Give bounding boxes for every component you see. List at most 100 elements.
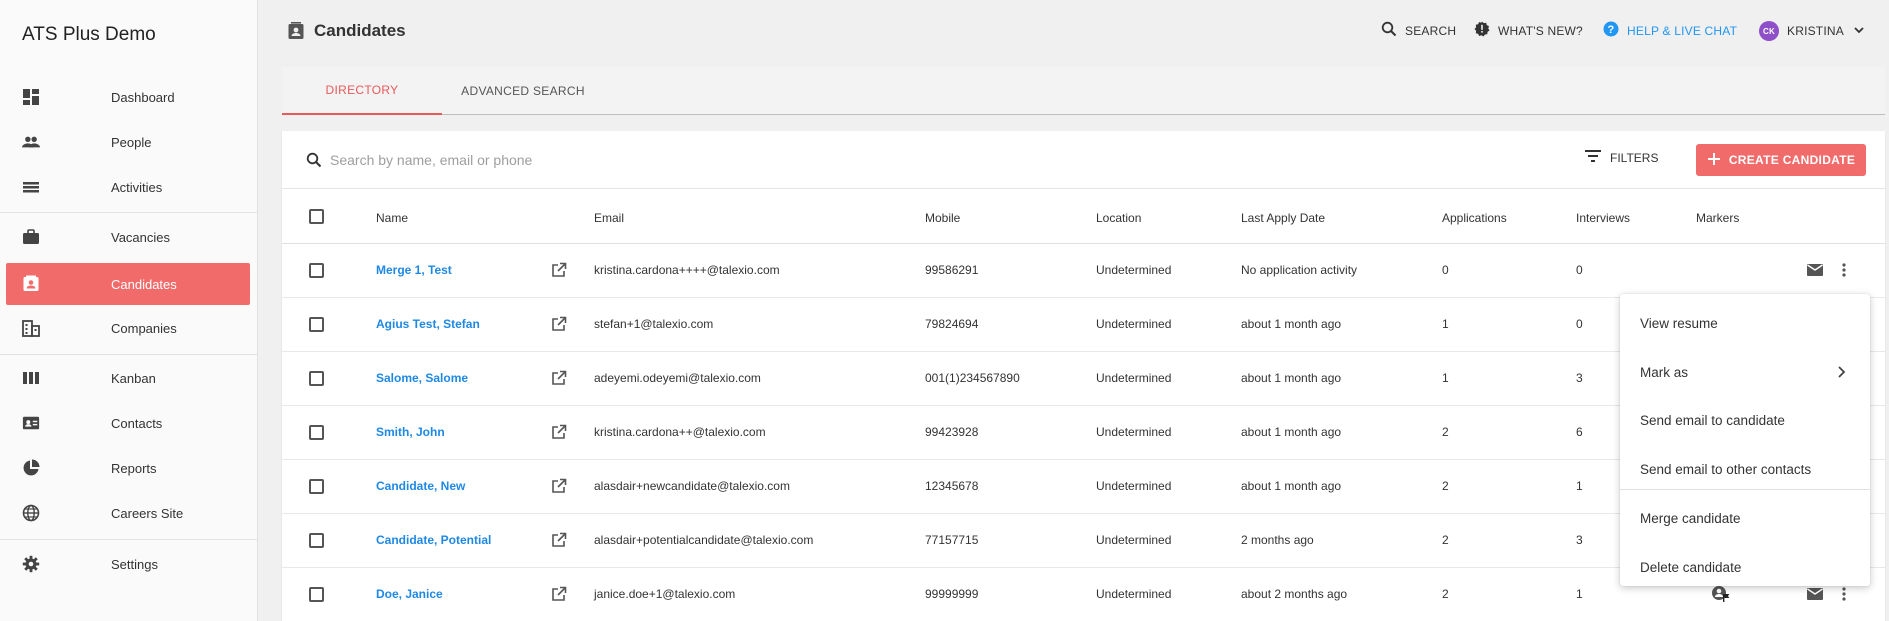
search-icon	[306, 152, 322, 173]
candidate-location: Undetermined	[1096, 587, 1172, 601]
tab-advanced-search[interactable]: ADVANCED SEARCH	[442, 67, 604, 115]
sidebar-item-label: Settings	[111, 557, 158, 572]
column-header-mobile[interactable]: Mobile	[925, 211, 960, 225]
tab-directory[interactable]: DIRECTORY	[282, 67, 442, 115]
row-checkbox[interactable]	[309, 371, 324, 386]
search-label: SEARCH	[1405, 23, 1457, 38]
menu-item-view-resume[interactable]: View resume	[1620, 301, 1870, 345]
global-search-button[interactable]: SEARCH	[1381, 21, 1456, 40]
candidate-card-icon	[287, 21, 305, 46]
search-toolbar: FILTERS CREATE CANDIDATE	[282, 131, 1885, 189]
menu-item-mark-as[interactable]: Mark as	[1620, 350, 1870, 394]
candidate-search-input[interactable]	[330, 148, 830, 172]
row-checkbox[interactable]	[309, 425, 324, 440]
sidebar-item-dashboard[interactable]: Dashboard	[6, 76, 250, 118]
menu-item-send-email-to-other-contacts[interactable]: Send email to other contacts	[1620, 447, 1870, 491]
table-header: Name Email Mobile Location Last Apply Da…	[282, 189, 1885, 244]
candidate-name-link[interactable]: Candidate, Potential	[376, 533, 491, 547]
open-in-new-icon[interactable]	[551, 532, 567, 551]
sidebar-divider	[0, 212, 258, 213]
candidate-interviews: 0	[1576, 317, 1583, 331]
plus-icon	[1707, 152, 1721, 169]
candidate-last-apply-date: about 1 month ago	[1241, 371, 1342, 385]
more-options-icon[interactable]	[1841, 262, 1847, 281]
candidate-last-apply-date: No application activity	[1241, 263, 1358, 277]
sidebar-item-careers-site[interactable]: Careers Site	[6, 492, 250, 534]
open-in-new-icon[interactable]	[551, 424, 567, 443]
sidebar-item-reports[interactable]: Reports	[6, 447, 250, 489]
select-all-checkbox[interactable]	[309, 209, 324, 224]
candidate-applications: 2	[1442, 425, 1449, 439]
sidebar-item-label: People	[111, 135, 152, 150]
candidate-mobile: 79824694	[925, 317, 979, 331]
svg-text:?: ?	[1608, 24, 1615, 36]
column-header-last-apply-date[interactable]: Last Apply Date	[1241, 211, 1325, 225]
menu-divider	[1620, 489, 1870, 490]
tab-bar: DIRECTORY ADVANCED SEARCH	[282, 67, 1885, 115]
candidate-name-link[interactable]: Doe, Janice	[376, 587, 443, 601]
column-header-applications[interactable]: Applications	[1442, 211, 1507, 225]
sidebar-item-label: Contacts	[111, 416, 163, 431]
app-title: ATS Plus Demo	[22, 24, 156, 45]
candidate-name-link[interactable]: Salome, Salome	[376, 371, 468, 385]
candidate-mobile: 77157715	[925, 533, 979, 547]
dashboard-icon	[22, 88, 40, 106]
sidebar-item-vacancies[interactable]: Vacancies	[6, 216, 250, 258]
row-checkbox[interactable]	[309, 263, 324, 278]
row-checkbox[interactable]	[309, 479, 324, 494]
menu-item-merge-candidate[interactable]: Merge candidate	[1620, 496, 1870, 540]
filters-button[interactable]: FILTERS	[1584, 149, 1658, 166]
sidebar-item-label: Reports	[111, 461, 157, 476]
sidebar-item-activities[interactable]: Activities	[6, 166, 250, 208]
row-checkbox[interactable]	[309, 587, 324, 602]
candidate-location: Undetermined	[1096, 479, 1172, 493]
column-header-name[interactable]: Name	[376, 211, 408, 225]
row-checkbox[interactable]	[309, 533, 324, 548]
column-header-email[interactable]: Email	[594, 211, 624, 225]
column-header-interviews[interactable]: Interviews	[1576, 211, 1630, 225]
candidate-interviews: 1	[1576, 587, 1583, 601]
menu-item-delete-candidate[interactable]: Delete candidate	[1620, 545, 1870, 589]
candidate-interviews: 3	[1576, 371, 1583, 385]
new-badge-icon	[1474, 21, 1490, 40]
help-label: HELP & LIVE CHAT	[1627, 23, 1738, 38]
create-candidate-button[interactable]: CREATE CANDIDATE	[1696, 144, 1866, 176]
sidebar-item-candidates[interactable]: Candidates	[6, 263, 250, 305]
candidate-name-link[interactable]: Agius Test, Stefan	[376, 317, 480, 331]
candidate-last-apply-date: 2 months ago	[1241, 533, 1314, 547]
candidate-applications: 1	[1442, 371, 1449, 385]
sidebar-item-settings[interactable]: Settings	[6, 543, 250, 585]
row-checkbox[interactable]	[309, 317, 324, 332]
email-icon[interactable]	[1806, 587, 1824, 604]
menu-item-send-email-to-candidate[interactable]: Send email to candidate	[1620, 398, 1870, 442]
candidate-email: stefan+1@talexio.com	[594, 317, 714, 331]
open-in-new-icon[interactable]	[551, 586, 567, 605]
sidebar-item-kanban[interactable]: Kanban	[6, 357, 250, 399]
candidate-applications: 2	[1442, 533, 1449, 547]
candidate-name-link[interactable]: Candidate, New	[376, 479, 465, 493]
open-in-new-icon[interactable]	[551, 370, 567, 389]
help-live-chat-button[interactable]: ? HELP & LIVE CHAT	[1603, 21, 1737, 40]
candidate-email: kristina.cardona++@talexio.com	[594, 425, 766, 439]
sidebar-item-companies[interactable]: Companies	[6, 307, 250, 349]
whats-new-button[interactable]: WHAT'S NEW?	[1474, 21, 1583, 40]
email-icon[interactable]	[1806, 263, 1824, 280]
candidate-name-link[interactable]: Smith, John	[376, 425, 445, 439]
candidate-name-link[interactable]: Merge 1, Test	[376, 263, 452, 277]
open-in-new-icon[interactable]	[551, 478, 567, 497]
sidebar-item-contacts[interactable]: Contacts	[6, 402, 250, 444]
candidate-applications: 1	[1442, 317, 1449, 331]
column-header-location[interactable]: Location	[1096, 211, 1141, 225]
candidate-mobile: 001(1)234567890	[925, 371, 1020, 385]
sidebar-item-people[interactable]: People	[6, 121, 250, 163]
contacts-icon	[22, 414, 40, 432]
user-menu[interactable]: CK KRISTINA	[1759, 21, 1866, 41]
table-row[interactable]: Merge 1, Test kristina.cardona++++@talex…	[282, 244, 1885, 298]
chevron-right-icon	[1836, 365, 1846, 382]
open-in-new-icon[interactable]	[551, 316, 567, 335]
chevron-down-icon	[1852, 23, 1866, 40]
candidate-location: Undetermined	[1096, 371, 1172, 385]
open-in-new-icon[interactable]	[551, 262, 567, 281]
activities-icon	[22, 178, 40, 196]
avatar: CK	[1759, 21, 1779, 41]
